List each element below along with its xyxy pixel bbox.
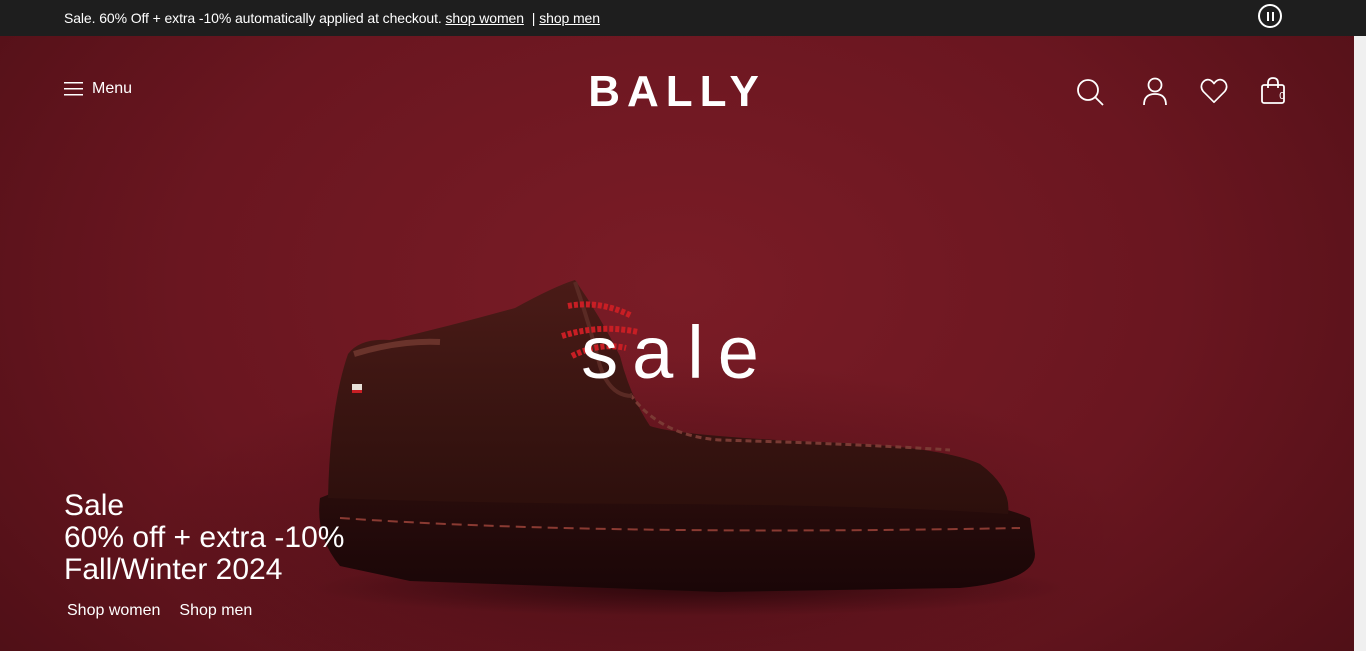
hero-title: Sale [64,489,125,522]
menu-button[interactable]: Menu [64,80,132,98]
hero-headline: sale [581,311,773,394]
pause-icon [1266,11,1269,21]
bally-logo[interactable]: BALLY [570,71,784,111]
cart-count: 0 [1279,91,1285,102]
hamburger-icon [64,82,83,96]
hero-copy: Sale 60% off + extra -10% Fall/Winter 20… [64,490,344,586]
hero-links: Shop women Shop men [67,602,252,620]
logo-text: BALLY [588,71,766,111]
pause-button[interactable] [1258,4,1282,28]
promo-separator: | [531,10,536,26]
scrollbar[interactable] [1354,36,1366,651]
menu-label: Menu [92,80,133,97]
promo-message: Sale. 60% Off + extra -10% automatically… [64,10,600,26]
shop-women-link[interactable]: Shop women [67,602,160,620]
shoe-image [310,280,1060,616]
hero-banner[interactable]: Menu BALLY 0 sale Sale 60% off + extra -… [0,36,1354,651]
bag-icon[interactable]: 0 [1260,76,1288,106]
search-icon[interactable] [1076,76,1104,106]
promo-bar: Sale. 60% Off + extra -10% automatically… [0,0,1366,36]
hero-season: Fall/Winter 2024 [64,553,283,586]
promo-link-shop-women[interactable]: shop women [446,10,524,26]
heart-icon[interactable] [1200,76,1228,106]
shop-men-link[interactable]: Shop men [179,602,252,620]
pause-icon-bar [1271,11,1274,21]
hero-offer: 60% off + extra -10% [64,521,345,554]
promo-text: Sale. 60% Off + extra -10% automatically… [64,10,442,26]
account-icon[interactable] [1141,76,1169,106]
promo-link-shop-men[interactable]: shop men [539,10,600,26]
